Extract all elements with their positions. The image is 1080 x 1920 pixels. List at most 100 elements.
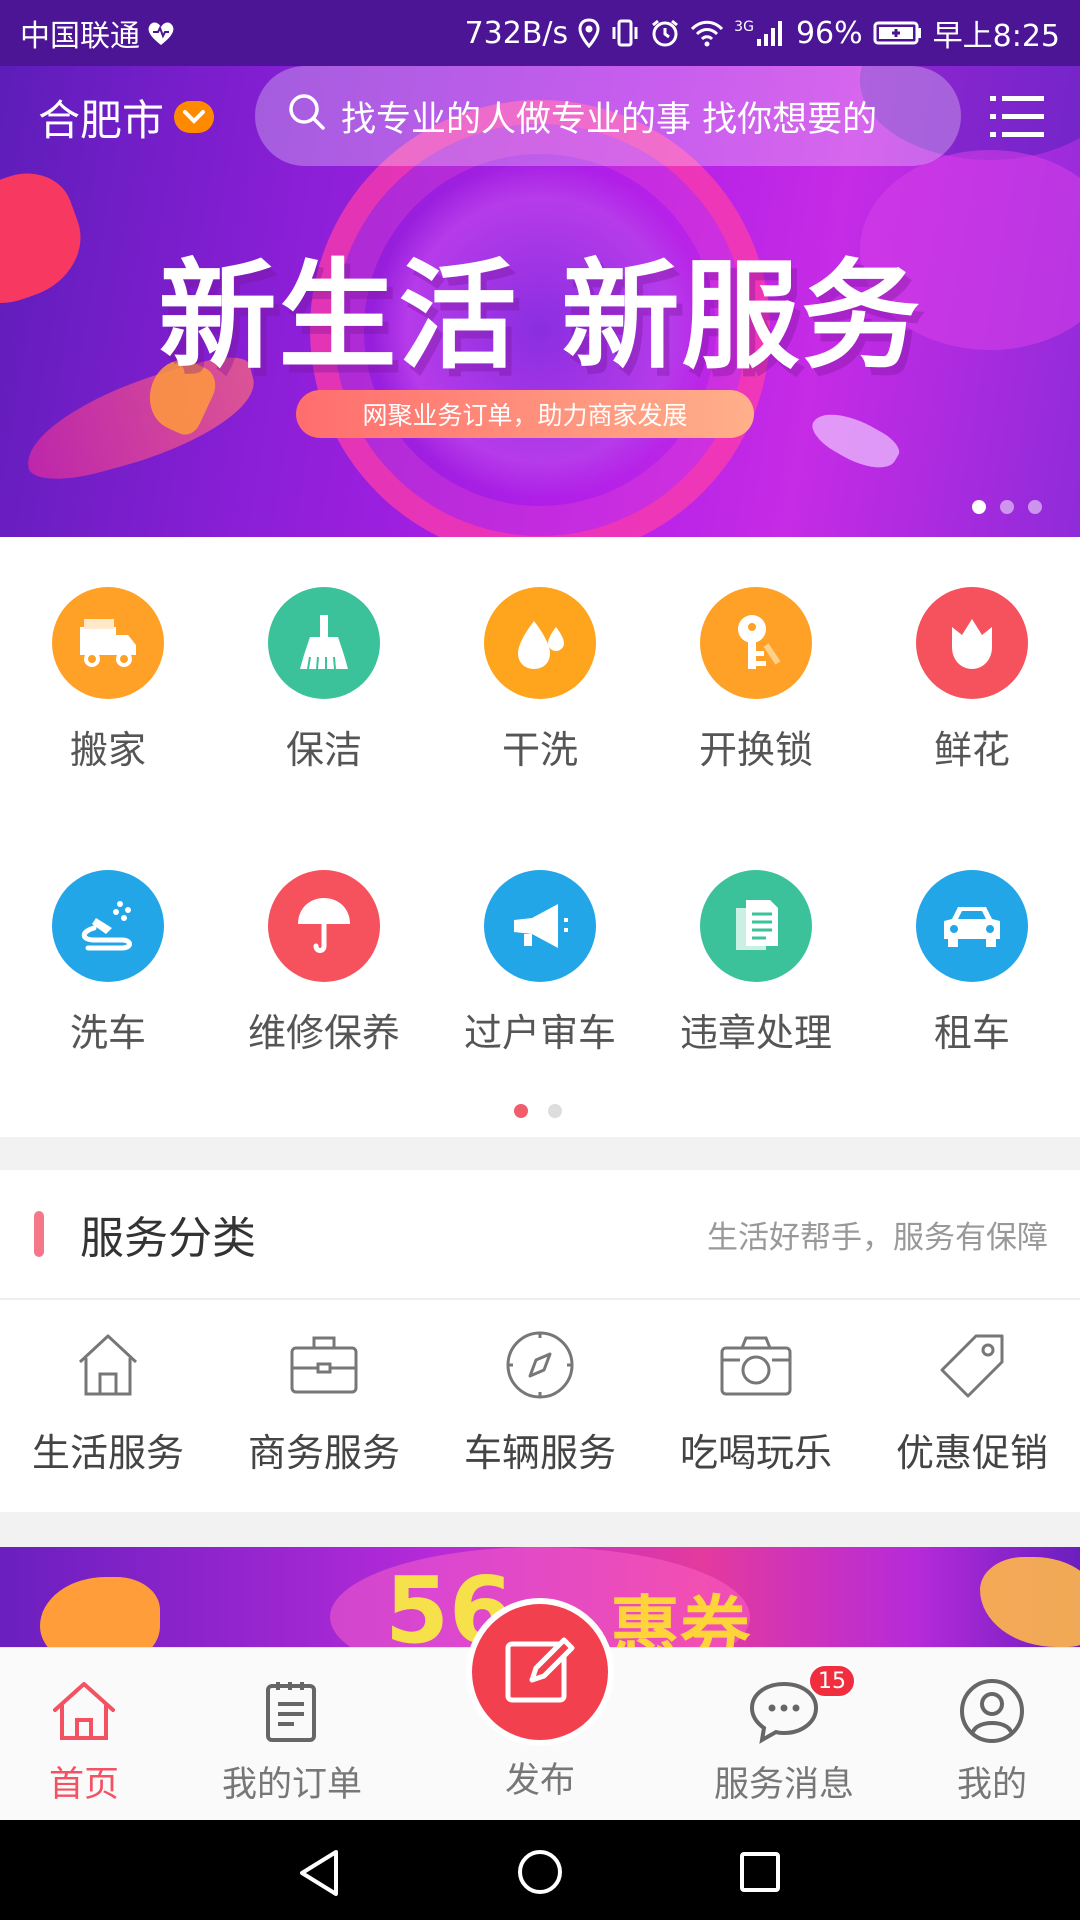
section-accent-bar: [34, 1211, 44, 1257]
recent-apps-icon[interactable]: [738, 1850, 782, 1898]
service-page-dots: [514, 1104, 562, 1118]
network-type: 3G: [734, 19, 754, 35]
car-wash-icon: [52, 870, 164, 982]
service-dry-clean[interactable]: 干洗: [432, 587, 648, 774]
water-drop-icon: [484, 587, 596, 699]
service-label: 干洗: [501, 728, 578, 772]
page-dot: [548, 1104, 562, 1118]
chat-icon: [748, 1681, 820, 1748]
search-icon: [287, 92, 327, 141]
wifi-icon: [690, 19, 724, 47]
key-icon: [700, 587, 812, 699]
megaphone-icon: [484, 870, 596, 982]
service-label: 鲜花: [933, 728, 1010, 772]
city-name: 合肥市: [38, 95, 165, 145]
tulip-icon: [916, 587, 1028, 699]
chevron-down-icon: [174, 101, 215, 133]
service-car-wash[interactable]: 洗车: [0, 870, 216, 1057]
battery-icon: [873, 20, 923, 46]
location-icon: [578, 18, 600, 48]
category-label: 吃喝玩乐: [679, 1431, 832, 1475]
service-grid: 搬家 保洁 干洗 开换锁 鲜花 洗车 维修保养 过户审车 违章处理 租车: [0, 537, 1080, 1137]
service-violation[interactable]: 违章处理: [648, 870, 864, 1057]
tab-label: 我的: [956, 1765, 1027, 1805]
page-dot: [514, 1104, 528, 1118]
category-label: 车辆服务: [463, 1431, 616, 1475]
category-vehicle-services[interactable]: 车辆服务: [432, 1330, 648, 1477]
section-subtitle: 生活好帮手，服务有保障: [707, 1219, 1048, 1256]
battery-percent: 96%: [795, 15, 863, 51]
service-label: 开换锁: [698, 728, 813, 772]
city-selector[interactable]: 合肥市: [38, 87, 215, 148]
service-transfer-inspection[interactable]: 过户审车: [432, 870, 648, 1057]
heart-icon: [146, 20, 176, 46]
promo-text: 惠券: [610, 1588, 750, 1657]
broom-icon: [268, 587, 380, 699]
compass-icon: [504, 1331, 576, 1404]
category-life-services[interactable]: 生活服务: [0, 1330, 216, 1477]
service-label: 租车: [933, 1011, 1010, 1055]
publish-label: 发布: [504, 1761, 575, 1801]
service-maintenance[interactable]: 维修保养: [216, 870, 432, 1057]
tab-messages[interactable]: 服务消息: [684, 1678, 884, 1807]
carrier-name: 中国联通: [20, 19, 140, 54]
service-label: 搬家: [69, 728, 146, 772]
service-moving[interactable]: 搬家: [0, 587, 216, 774]
tab-label: 服务消息: [713, 1765, 854, 1805]
service-flowers[interactable]: 鲜花: [864, 587, 1080, 774]
document-icon: [700, 870, 812, 982]
menu-icon[interactable]: [990, 94, 1044, 140]
category-label: 商务服务: [247, 1431, 400, 1475]
category-label: 优惠促销: [895, 1431, 1048, 1475]
search-bar[interactable]: 找专业的人做专业的事 找你想要的: [255, 66, 961, 166]
order-list-icon: [262, 1682, 322, 1748]
banner-dot: [1028, 500, 1042, 514]
vibrate-icon: [610, 18, 640, 48]
category-label: 生活服务: [31, 1431, 184, 1475]
network-speed: 732B/s: [464, 15, 569, 51]
tab-my-orders[interactable]: 我的订单: [192, 1678, 392, 1807]
service-locksmith[interactable]: 开换锁: [648, 587, 864, 774]
publish-button[interactable]: [466, 1598, 614, 1746]
service-label: 维修保养: [247, 1011, 400, 1055]
user-icon: [959, 1679, 1025, 1748]
banner-dot: [1000, 500, 1014, 514]
truck-icon: [52, 587, 164, 699]
house-icon: [72, 1334, 144, 1404]
banner-dot: [972, 500, 986, 514]
tab-home[interactable]: 首页: [0, 1678, 184, 1807]
service-car-rental[interactable]: 租车: [864, 870, 1080, 1057]
tab-mine[interactable]: 我的: [892, 1678, 1080, 1807]
section-title: 服务分类: [80, 1213, 256, 1264]
message-count-badge: 15: [808, 1664, 856, 1698]
section-header: 服务分类 生活好帮手，服务有保障: [0, 1170, 1080, 1300]
category-promotions[interactable]: 优惠促销: [864, 1330, 1080, 1477]
category-food-fun[interactable]: 吃喝玩乐: [648, 1330, 864, 1477]
system-nav-bar: [0, 1820, 1080, 1920]
category-business-services[interactable]: 商务服务: [216, 1330, 432, 1477]
clock: 早上8:25: [932, 19, 1060, 54]
tab-label: 我的订单: [221, 1765, 362, 1805]
umbrella-icon: [268, 870, 380, 982]
signal-icon: 3G: [734, 19, 786, 47]
tab-label: 首页: [48, 1765, 119, 1805]
service-label: 保洁: [285, 728, 362, 772]
car-icon: [916, 870, 1028, 982]
search-placeholder: 找专业的人做专业的事 找你想要的: [341, 99, 878, 140]
briefcase-icon: [288, 1336, 360, 1404]
service-label: 违章处理: [679, 1011, 832, 1055]
service-label: 过户审车: [463, 1011, 616, 1055]
alarm-icon: [650, 18, 680, 48]
back-icon[interactable]: [296, 1848, 342, 1902]
service-cleaning[interactable]: 保洁: [216, 587, 432, 774]
banner-subtitle: 网聚业务订单，助力商家发展: [296, 390, 754, 438]
home-circle-icon[interactable]: [516, 1848, 564, 1900]
service-category-section: 服务分类 生活好帮手，服务有保障 生活服务 商务服务 车辆服务 吃喝玩乐 优惠促…: [0, 1170, 1080, 1512]
service-label: 洗车: [69, 1011, 146, 1055]
banner-dots: [972, 500, 1042, 514]
camera-icon: [718, 1336, 794, 1404]
edit-icon: [502, 1632, 578, 1712]
header: 合肥市 找专业的人做专业的事 找你想要的: [0, 66, 1080, 168]
status-bar: 中国联通 732B/s 3G 96% 早上8:25: [0, 0, 1080, 66]
top-banner[interactable]: 新生活 新服务 网聚业务订单，助力商家发展 中国联通 732B/s 3G 96%…: [0, 0, 1080, 537]
